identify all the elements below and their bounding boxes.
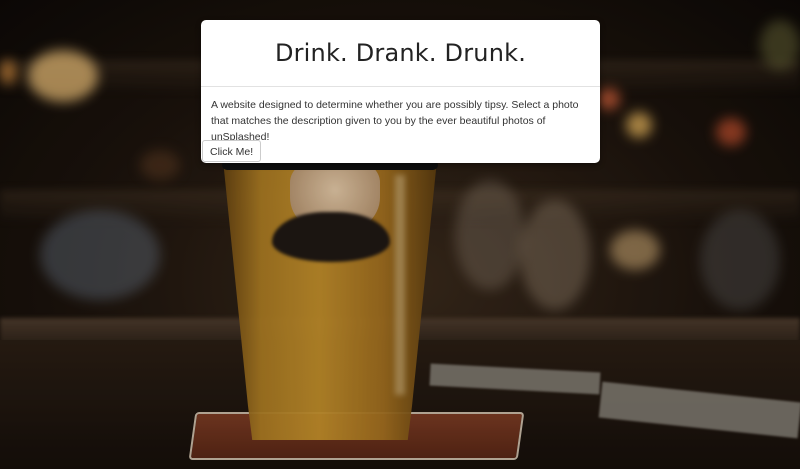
intro-card: Drink. Drank. Drunk. A website designed … [201,20,600,163]
card-header: Drink. Drank. Drunk. [201,20,600,87]
click-me-button[interactable]: Click Me! [202,140,262,162]
card-footer: Click Me! [202,140,262,162]
card-body: A website designed to determine whether … [201,87,600,145]
description-text: A website designed to determine whether … [211,99,579,143]
page: Drink. Drank. Drunk. A website designed … [0,0,800,469]
page-title: Drink. Drank. Drunk. [274,39,527,67]
